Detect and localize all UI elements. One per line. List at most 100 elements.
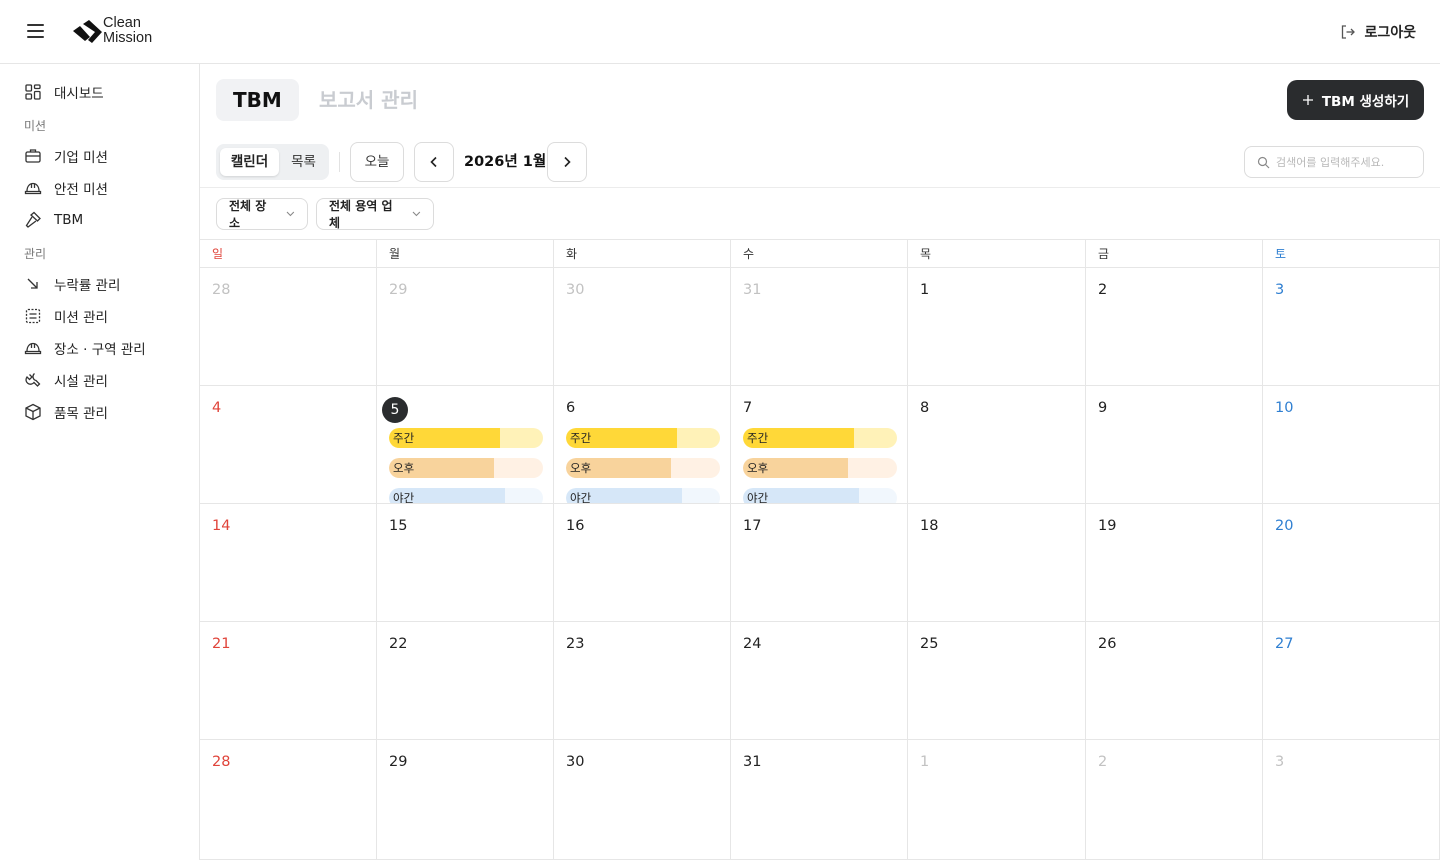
calendar-day-cell[interactable]: 29 [377,740,554,860]
calendar-day-cell[interactable]: 24 [731,622,908,740]
day-number: 30 [566,282,585,298]
shift-progress-bar[interactable]: 야간 [743,488,897,503]
calendar-day-cell[interactable]: 8 [908,386,1086,504]
day-number: 20 [1275,518,1294,534]
calendar-day-cell[interactable]: 6 주간오후야간 [554,386,731,504]
calendar-day-cell[interactable]: 9 [1086,386,1263,504]
calendar-day-cell[interactable]: 31 [731,740,908,860]
sidebar-item-item-manage[interactable]: 품목 관리 [24,400,108,424]
calendar-day-cell[interactable]: 31 [731,268,908,386]
view-list-button[interactable]: 목록 [282,148,325,176]
calendar-day-cell[interactable]: 18 [908,504,1086,622]
shift-label: 주간 [747,431,769,445]
tab-report-manage[interactable]: 보고서 관리 [319,79,418,121]
vendor-filter-dropdown[interactable]: 전체 용역 업체 [316,198,434,230]
sidebar-item-tbm[interactable]: TBM [24,208,83,232]
calendar-day-cell[interactable]: 4 [200,386,377,504]
calendar-day-cell[interactable]: 21 [200,622,377,740]
today-button[interactable]: 오늘 [350,142,404,182]
sidebar-item-dashboard[interactable]: 대시보드 [24,80,104,104]
calendar-day-cell[interactable]: 17 [731,504,908,622]
day-number: 29 [389,282,408,298]
current-month-title: 2026년 1월 [464,154,547,170]
day-number: 7 [743,400,753,416]
shift-progress-bar[interactable]: 오후 [743,458,897,478]
shift-label: 오후 [570,461,592,475]
calendar-day-cell[interactable]: 15 [377,504,554,622]
day-number: 26 [1098,636,1117,652]
search-box [1244,146,1424,178]
wrench-icon [25,372,41,387]
create-tbm-button[interactable]: TBM 생성하기 [1287,80,1424,120]
calendar-day-cell[interactable]: 29 [377,268,554,386]
shift-progress-bar[interactable]: 주간 [743,428,897,448]
calendar-day-cell[interactable]: 2 [1086,740,1263,860]
sidebar-item-corporate-mission[interactable]: 기업 미션 [24,144,108,168]
location-filter-dropdown[interactable]: 전체 장소 [216,198,308,230]
day-number: 23 [566,636,585,652]
calendar-day-cell[interactable]: 30 [554,740,731,860]
logout-icon [1342,25,1356,39]
calendar-day-cell[interactable]: 7 주간오후야간 [731,386,908,504]
sidebar-item-label: 품목 관리 [54,406,108,422]
prev-month-button[interactable] [414,142,454,182]
calendar-day-cell[interactable]: 23 [554,622,731,740]
calendar-day-cell[interactable]: 28 [200,268,377,386]
calendar-day-cell[interactable]: 3 [1263,740,1440,860]
day-number: 15 [389,518,408,534]
day-number: 3 [1275,754,1285,770]
calendar-day-cell[interactable]: 27 [1263,622,1440,740]
day-number: 6 [566,400,576,416]
sidebar-item-label: 기업 미션 [54,150,108,166]
day-number: 3 [1275,282,1285,298]
day-number: 28 [212,282,231,298]
next-month-button[interactable] [547,142,587,182]
day-number: 1 [920,282,930,298]
calendar-day-cell[interactable]: 28 [200,740,377,860]
view-calendar-button[interactable]: 캘린더 [220,148,279,176]
sidebar-item-facility[interactable]: 시설 관리 [24,368,108,392]
logo-text: Clean Mission [103,16,152,46]
calendar-day-cell[interactable]: 2 [1086,268,1263,386]
menu-icon[interactable] [26,22,46,40]
calendar-day-cell[interactable]: 25 [908,622,1086,740]
day-number: 10 [1275,400,1294,416]
calendar-day-cell[interactable]: 1 [908,740,1086,860]
calendar-day-cell[interactable]: 30 [554,268,731,386]
shift-progress-bar[interactable]: 야간 [566,488,720,503]
calendar-day-cell[interactable]: 14 [200,504,377,622]
sidebar-section-manage: 관리 [24,247,47,261]
shift-progress-bar[interactable]: 야간 [389,488,543,503]
day-number: 31 [743,754,762,770]
calendar-day-cell[interactable]: 26 [1086,622,1263,740]
sidebar-item-location-zone[interactable]: 장소 · 구역 관리 [24,336,146,360]
shift-progress-bar[interactable]: 오후 [566,458,720,478]
weekday-header: 토 [1263,240,1440,268]
calendar-day-cell[interactable]: 10 [1263,386,1440,504]
plus-icon [1302,95,1313,105]
logo[interactable]: Clean Mission [72,16,172,50]
shift-label: 주간 [570,431,592,445]
calendar-day-cell[interactable]: 22 [377,622,554,740]
shift-label: 오후 [393,461,415,475]
sidebar-item-omission-rate[interactable]: 누락률 관리 [24,272,120,296]
calendar-day-cell[interactable]: 16 [554,504,731,622]
shift-progress-bar[interactable]: 오후 [389,458,543,478]
calendar-day-cell[interactable]: 19 [1086,504,1263,622]
day-number: 4 [212,400,222,416]
day-number: 29 [389,754,408,770]
hammer-icon [25,211,41,228]
calendar-day-cell[interactable]: 20 [1263,504,1440,622]
calendar-day-cell[interactable]: 1 [908,268,1086,386]
calendar-day-cell[interactable]: 3 [1263,268,1440,386]
sidebar-item-mission-manage[interactable]: 미션 관리 [24,304,108,328]
logout-button[interactable]: 로그아웃 [1340,20,1416,44]
calendar-day-cell[interactable]: 5 주간 오후 야간 [377,386,554,504]
day-number: 21 [212,636,231,652]
shift-progress-bar[interactable]: 주간 [566,428,720,448]
create-tbm-label: TBM 생성하기 [1321,94,1410,110]
sidebar-item-safety-mission[interactable]: 안전 미션 [24,176,108,200]
shift-progress-bar[interactable]: 주간 [389,428,543,448]
search-input[interactable] [1276,155,1416,169]
tab-tbm[interactable]: TBM [216,79,299,121]
